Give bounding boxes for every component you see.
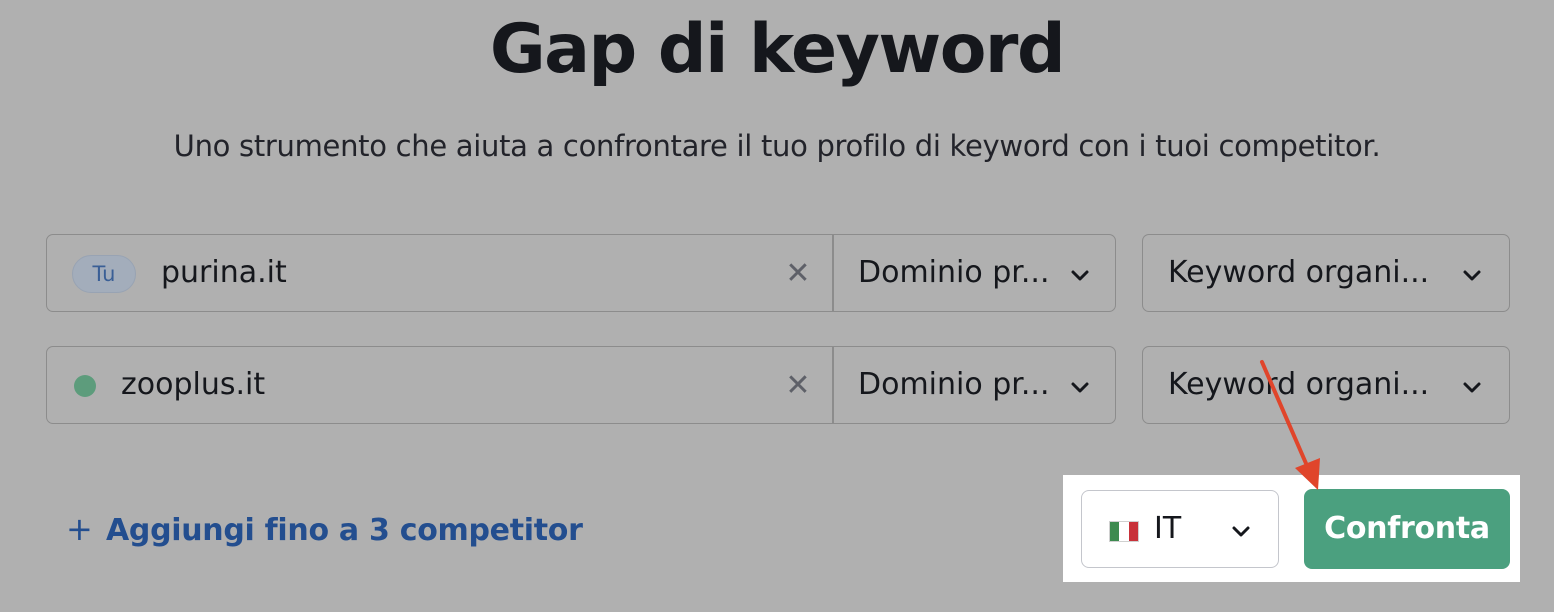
italy-flag-icon [1109,521,1139,542]
domain-row-competitor: zooplus.it ✕ Dominio pr... Keyword organ… [46,346,1510,424]
chevron-down-icon [1463,382,1481,393]
chevron-down-icon[interactable] [1069,265,1091,287]
plus-icon: + [66,510,93,548]
chevron-down-icon [1232,526,1250,537]
domain-field[interactable]: zooplus.it [121,365,265,405]
keyword-type-label: Keyword organi... [1168,255,1430,290]
chevron-down-icon[interactable] [1069,377,1091,399]
add-competitor-link[interactable]: + Aggiungi fino a 3 competitor [66,508,583,550]
compare-button[interactable]: Confronta [1304,489,1510,569]
you-badge: Tu [72,255,136,293]
domain-input-group: Tu purina.it ✕ Dominio pr... [46,234,1116,312]
competitor-color-dot [74,375,96,397]
clear-icon[interactable]: ✕ [782,370,814,402]
add-competitor-label: Aggiungi fino a 3 competitor [106,513,583,548]
clear-icon[interactable]: ✕ [782,258,814,290]
keyword-type-label: Keyword organi... [1168,367,1430,402]
domain-input-group: zooplus.it ✕ Dominio pr... [46,346,1116,424]
divider [832,235,834,311]
domain-type-dropdown[interactable]: Dominio pr... [858,253,1049,293]
domain-type-dropdown[interactable]: Dominio pr... [858,365,1049,405]
keyword-type-dropdown[interactable]: Keyword organi... [1142,346,1510,424]
country-select[interactable]: IT [1081,490,1279,568]
country-value: IT [1154,511,1182,546]
chevron-down-icon [1463,270,1481,281]
domain-field[interactable]: purina.it [161,253,287,293]
domain-row-you: Tu purina.it ✕ Dominio pr... Keyword org… [46,234,1510,312]
page-subtitle: Uno strumento che aiuta a confrontare il… [173,129,1381,163]
keyword-type-dropdown[interactable]: Keyword organi... [1142,234,1510,312]
page-title: Gap di keyword [489,10,1066,89]
divider [832,347,834,423]
